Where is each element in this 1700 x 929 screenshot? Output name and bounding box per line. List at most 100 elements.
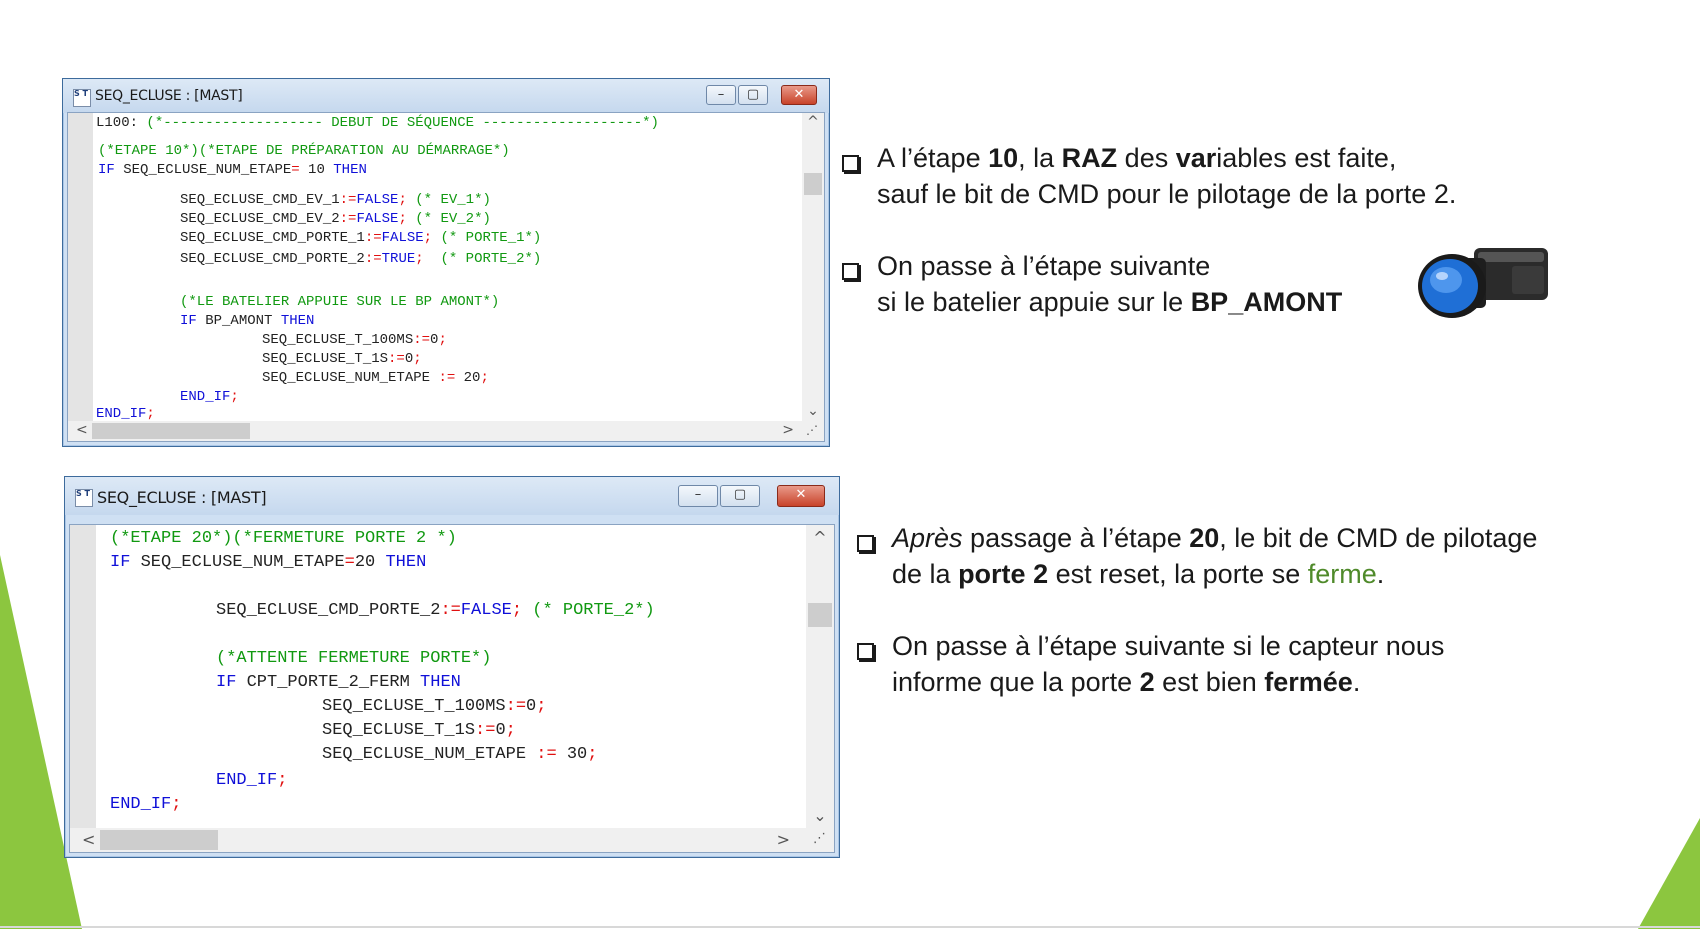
bullet-line: On passe à l’étape suivante [877,248,1210,284]
horizontal-scrollbar[interactable]: < > ⋰ [68,421,824,441]
code-line: L100: (*------------------- DEBUT DE SÉQ… [96,115,659,131]
code-token: IF [180,313,197,329]
code-window-top: S T SEQ_ECLUSE : [MAST] – ▢ ✕ L100: (*--… [62,78,830,447]
code-token: CPT_PORTE_2_FERM [236,673,421,692]
checkbox-bullet-icon [857,535,874,552]
code-window-bottom: S T SEQ_ECLUSE : [MAST] – ▢ ✕ (*ETAPE 20… [64,476,840,858]
window-title-bar[interactable]: S T SEQ_ECLUSE : [MAST] – ▢ ✕ [65,477,839,515]
code-token: SEQ_ECLUSE_NUM_ETAPE [130,553,345,572]
code-token: SEQ_ECLUSE_NUM_ETAPE [114,162,292,178]
scroll-right-arrow-icon[interactable]: > [777,830,790,849]
code-line: SEQ_ECLUSE_T_100MS:=0; [262,332,447,348]
bullet-text: 10 [988,143,1019,173]
minimize-button[interactable]: – [678,485,718,507]
st-editor-icon: S T [75,489,93,507]
code-token: THEN [385,553,427,572]
code-token: ; [415,251,424,267]
bullet-text: est reset, la porte se [1048,559,1308,589]
code-token: TRUE [381,251,416,267]
code-token: THEN [333,162,367,178]
scroll-down-arrow-icon[interactable]: ⌄ [802,403,824,419]
code-text[interactable]: L100: (*------------------- DEBUT DE SÉQ… [96,113,778,422]
code-token: (* PORTE_2*) [522,601,655,620]
horizontal-scrollbar-thumb[interactable] [92,423,250,439]
code-line: (*LE BATELIER APPUIE SUR LE BP AMONT*) [180,294,499,310]
code-token: THEN [280,313,315,329]
maximize-button[interactable]: ▢ [720,485,760,507]
window-title-bar[interactable]: S T SEQ_ECLUSE : [MAST] – ▢ ✕ [63,79,829,113]
close-button[interactable]: ✕ [777,485,825,507]
scroll-left-arrow-icon[interactable]: < [82,830,95,849]
bullet-line: de la porte 2 est reset, la porte se fer… [892,556,1384,592]
bullet-text: si le batelier appuie sur le [877,287,1191,317]
code-token: := [438,370,456,386]
scroll-right-arrow-icon[interactable]: > [782,422,794,438]
code-token: ; [413,351,422,367]
code-token: SEQ_ECLUSE_NUM_ETAPE [262,370,439,386]
code-line: END_IF; [110,795,181,814]
bullet-text: ferme [1307,559,1377,589]
bullet-text: , la [1018,143,1062,173]
code-token: SEQ_ECLUSE_CMD_EV_1 [180,192,340,208]
blue-push-button-icon [1418,248,1548,318]
code-token: SEQ_ECLUSE_CMD_PORTE_1 [180,230,365,246]
code-token: ; [505,721,516,740]
code-token: ; [398,211,407,227]
bullet-text: sauf le bit de CMD pour le pilotage de l… [877,179,1457,209]
maximize-icon: ▢ [746,87,760,102]
code-token: 30 [556,745,588,764]
code-token: SEQ_ECLUSE_CMD_EV_2 [180,211,340,227]
bullet-text: . [1352,667,1361,697]
code-line: SEQ_ECLUSE_NUM_ETAPE := 30; [322,745,597,764]
bullet-step-20-reset: Après passage à l’étape 20, le bit de CM… [857,523,1617,606]
bullet-next-step-sensor: On passe à l’étape suivante si le capteu… [857,631,1557,714]
scroll-down-arrow-icon[interactable]: ⌄ [806,806,834,825]
code-token: IF [216,673,237,692]
code-token: END_IF [216,771,278,790]
maximize-button[interactable]: ▢ [738,85,768,105]
scroll-left-arrow-icon[interactable]: < [76,422,88,438]
close-icon: ✕ [795,487,807,502]
scroll-up-arrow-icon[interactable]: ^ [802,114,824,130]
code-line: SEQ_ECLUSE_CMD_EV_1:=FALSE; (* EV_1*) [180,192,491,208]
vertical-scrollbar[interactable]: ^ ⌄ [802,113,824,421]
code-token: SEQ_ECLUSE_CMD_PORTE_2 [180,251,365,267]
bullet-line: informe que la porte 2 est bien fermée. [892,664,1360,700]
code-token: := [339,192,357,208]
code-token: 0 [495,721,506,740]
code-editor-area[interactable]: (*ETAPE 20*)(*FERMETURE PORTE 2 *) IF SEQ… [69,524,835,853]
code-line: SEQ_ECLUSE_CMD_EV_2:=FALSE; (* EV_2*) [180,211,491,227]
code-line: SEQ_ECLUSE_NUM_ETAPE := 20; [262,370,489,386]
scrollbar-thumb[interactable] [808,603,832,627]
scrollbar-thumb[interactable] [804,173,822,195]
code-line: SEQ_ECLUSE_T_1S:=0; [322,721,516,740]
minimize-icon: – [717,87,725,102]
code-token: SEQ_ECLUSE_NUM_ETAPE [322,745,537,764]
scroll-up-arrow-icon[interactable]: ^ [806,528,834,547]
code-line: SEQ_ECLUSE_CMD_PORTE_2:=TRUE; (* PORTE_2… [180,251,541,267]
horizontal-scrollbar[interactable]: < > ⋰ [70,828,834,852]
window-title: SEQ_ECLUSE : [MAST] [97,488,267,507]
code-token: := [364,251,382,267]
resize-grip-icon[interactable]: ⋰ [813,831,826,846]
minimize-button[interactable]: – [706,85,736,105]
horizontal-scrollbar-thumb[interactable] [100,830,218,850]
close-button[interactable]: ✕ [781,85,817,105]
bullet-next-step-bp-amont: On passe à l’étape suivante si le batelie… [842,251,1402,334]
code-text[interactable]: (*ETAPE 20*)(*FERMETURE PORTE 2 *) IF SEQ… [110,525,800,825]
code-line: SEQ_ECLUSE_T_100MS:=0; [322,697,546,716]
code-token: (*ETAPE 10*)(*ETAPE DE PRÉPARATION AU DÉ… [98,143,510,159]
editor-gutter [70,525,96,852]
bullet-text: informe que la porte [892,667,1140,697]
bullet-line: On passe à l’étape suivante si le capteu… [892,628,1444,664]
code-token: := [505,697,527,716]
code-token: FALSE [356,211,399,227]
resize-grip-icon[interactable]: ⋰ [806,423,818,437]
code-token: FALSE [356,192,399,208]
vertical-scrollbar[interactable]: ^ ⌄ [806,525,834,828]
code-token: L100: [96,115,147,131]
code-editor-area[interactable]: L100: (*------------------- DEBUT DE SÉQ… [67,112,825,442]
code-line: IF CPT_PORTE_2_FERM THEN [216,673,461,692]
bullet-text: var [1175,143,1217,173]
bullet-line: sauf le bit de CMD pour le pilotage de l… [877,176,1456,212]
